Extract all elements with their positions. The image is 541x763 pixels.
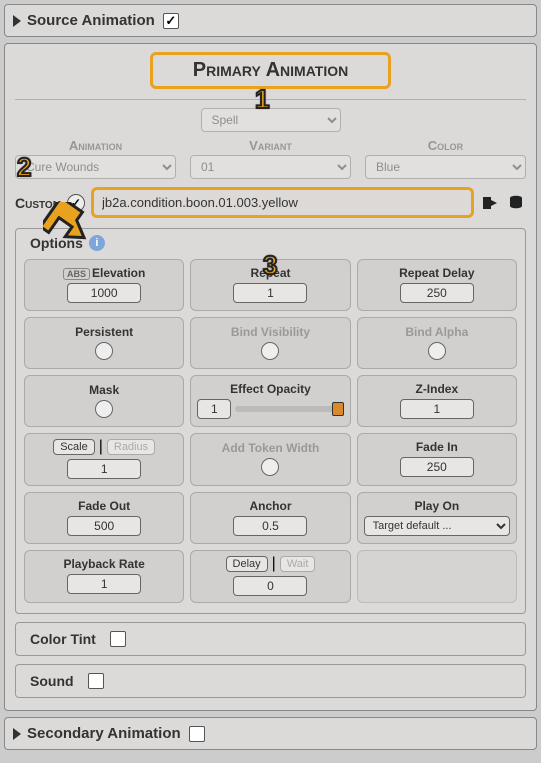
color-tint-enable-checkbox[interactable] xyxy=(110,631,126,647)
repeat-delay-input[interactable] xyxy=(400,283,474,303)
delay-tab[interactable]: Delay xyxy=(226,556,268,572)
primary-animation-title: Primary Animation xyxy=(150,52,391,89)
options-header[interactable]: Options i xyxy=(24,235,517,251)
mask-toggle[interactable] xyxy=(95,400,113,418)
source-animation-header[interactable]: Source Animation xyxy=(13,9,528,32)
custom-path-input[interactable] xyxy=(91,187,474,218)
persistent-toggle[interactable] xyxy=(95,342,113,360)
scale-tab[interactable]: Scale xyxy=(53,439,95,455)
play-on-cell: Play On Target default ... xyxy=(357,492,517,544)
abs-badge: ABS xyxy=(63,268,90,280)
color-tint-header[interactable]: Color Tint xyxy=(24,627,517,651)
opacity-cell: Effect Opacity xyxy=(190,375,350,427)
delay-cell: Delay | Wait xyxy=(190,550,350,603)
custom-enable-checkbox[interactable] xyxy=(67,194,85,212)
token-width-toggle[interactable] xyxy=(261,458,279,476)
bind-alpha-toggle[interactable] xyxy=(428,342,446,360)
delay-input[interactable] xyxy=(233,576,307,596)
animation-label: Animation xyxy=(15,138,176,153)
secondary-animation-header[interactable]: Secondary Animation xyxy=(13,722,528,745)
variant-select[interactable]: 01 xyxy=(190,155,351,179)
section-title: Source Animation xyxy=(27,12,155,29)
persistent-cell: Persistent xyxy=(24,317,184,369)
variant-label: Variant xyxy=(190,138,351,153)
mask-cell: Mask xyxy=(24,375,184,427)
playback-cell: Playback Rate xyxy=(24,550,184,603)
playback-input[interactable] xyxy=(67,574,141,594)
database-icon[interactable] xyxy=(506,193,526,213)
chevron-right-icon xyxy=(13,728,21,740)
zindex-cell: Z-Index xyxy=(357,375,517,427)
divider xyxy=(15,99,526,100)
type-select[interactable]: Spell xyxy=(201,108,341,132)
sound-enable-checkbox[interactable] xyxy=(88,673,104,689)
bind-visibility-toggle[interactable] xyxy=(261,342,279,360)
token-width-cell: Add Token Width xyxy=(190,433,350,486)
radius-tab[interactable]: Radius xyxy=(107,439,155,455)
fade-out-cell: Fade Out xyxy=(24,492,184,544)
options-title: Options xyxy=(30,235,83,251)
opacity-slider[interactable] xyxy=(235,406,343,412)
fade-in-input[interactable] xyxy=(400,457,474,477)
repeat-delay-cell: Repeat Delay xyxy=(357,259,517,311)
fade-in-cell: Fade In xyxy=(357,433,517,486)
custom-label: Custom xyxy=(15,195,61,211)
source-animation-enable-checkbox[interactable] xyxy=(163,13,179,29)
bind-alpha-cell: Bind Alpha xyxy=(357,317,517,369)
fade-out-input[interactable] xyxy=(67,516,141,536)
wait-tab[interactable]: Wait xyxy=(280,556,316,572)
sound-header[interactable]: Sound xyxy=(24,669,517,693)
elevation-cell: ABSElevation xyxy=(24,259,184,311)
zindex-input[interactable] xyxy=(400,399,474,419)
repeat-input[interactable] xyxy=(233,283,307,303)
info-icon[interactable]: i xyxy=(89,235,105,251)
opacity-input[interactable] xyxy=(197,399,231,419)
repeat-cell: Repeat xyxy=(190,259,350,311)
options-panel: Options i ABSElevation Repeat Repeat Del… xyxy=(15,228,526,614)
empty-cell xyxy=(357,550,517,603)
chevron-right-icon xyxy=(13,15,21,27)
section-title: Secondary Animation xyxy=(27,725,181,742)
bind-visibility-cell: Bind Visibility xyxy=(190,317,350,369)
anchor-cell: Anchor xyxy=(190,492,350,544)
anchor-input[interactable] xyxy=(233,516,307,536)
section-title: Sound xyxy=(30,673,74,689)
export-icon[interactable] xyxy=(480,193,500,213)
section-title: Color Tint xyxy=(30,631,96,647)
color-select[interactable]: Blue xyxy=(365,155,526,179)
color-label: Color xyxy=(365,138,526,153)
animation-select[interactable]: Cure Wounds xyxy=(15,155,176,179)
secondary-animation-enable-checkbox[interactable] xyxy=(189,726,205,742)
scale-cell: Scale | Radius xyxy=(24,433,184,486)
scale-input[interactable] xyxy=(67,459,141,479)
play-on-select[interactable]: Target default ... xyxy=(364,516,510,536)
elevation-input[interactable] xyxy=(67,283,141,303)
